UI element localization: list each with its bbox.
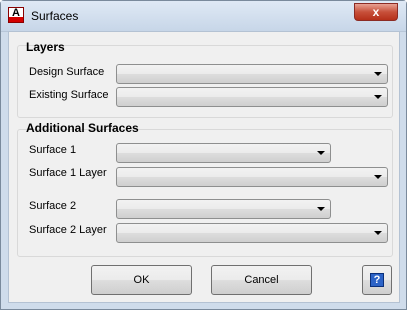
surface-1-label: Surface 1: [29, 144, 77, 156]
surface-1-layer-dropdown[interactable]: [116, 167, 388, 187]
ok-button[interactable]: OK: [91, 265, 192, 295]
chevron-down-icon: [374, 95, 382, 99]
chevron-down-icon: [374, 72, 382, 76]
help-button[interactable]: ?: [362, 265, 392, 295]
window-title: Surfaces: [31, 9, 79, 23]
design-surface-label: Design Surface: [29, 66, 105, 78]
chevron-down-icon: [374, 175, 382, 179]
app-icon: A: [8, 7, 24, 23]
chevron-down-icon: [317, 207, 325, 211]
surface-2-layer-dropdown[interactable]: [116, 223, 388, 243]
surface-1-layer-label: Surface 1 Layer: [29, 167, 107, 179]
surface-2-layer-label: Surface 2 Layer: [29, 224, 107, 236]
additional-surfaces-group-title: Additional Surfaces: [26, 121, 139, 135]
surface-1-dropdown[interactable]: [116, 143, 331, 163]
design-surface-dropdown[interactable]: [116, 64, 388, 84]
help-icon: ?: [370, 273, 384, 287]
dialog-body: Layers Design Surface Existing Surface A…: [8, 31, 400, 303]
close-button[interactable]: x: [354, 3, 398, 21]
surface-2-dropdown[interactable]: [116, 199, 331, 219]
chevron-down-icon: [374, 231, 382, 235]
surfaces-dialog: A Surfaces x Layers Design Surface Exist…: [0, 0, 407, 310]
existing-surface-label: Existing Surface: [29, 89, 109, 101]
surface-2-label: Surface 2: [29, 200, 77, 212]
chevron-down-icon: [317, 151, 325, 155]
cancel-button[interactable]: Cancel: [211, 265, 312, 295]
title-bar[interactable]: A Surfaces x: [1, 1, 406, 32]
layers-group-title: Layers: [26, 40, 65, 54]
existing-surface-dropdown[interactable]: [116, 87, 388, 107]
close-icon: x: [372, 5, 380, 19]
